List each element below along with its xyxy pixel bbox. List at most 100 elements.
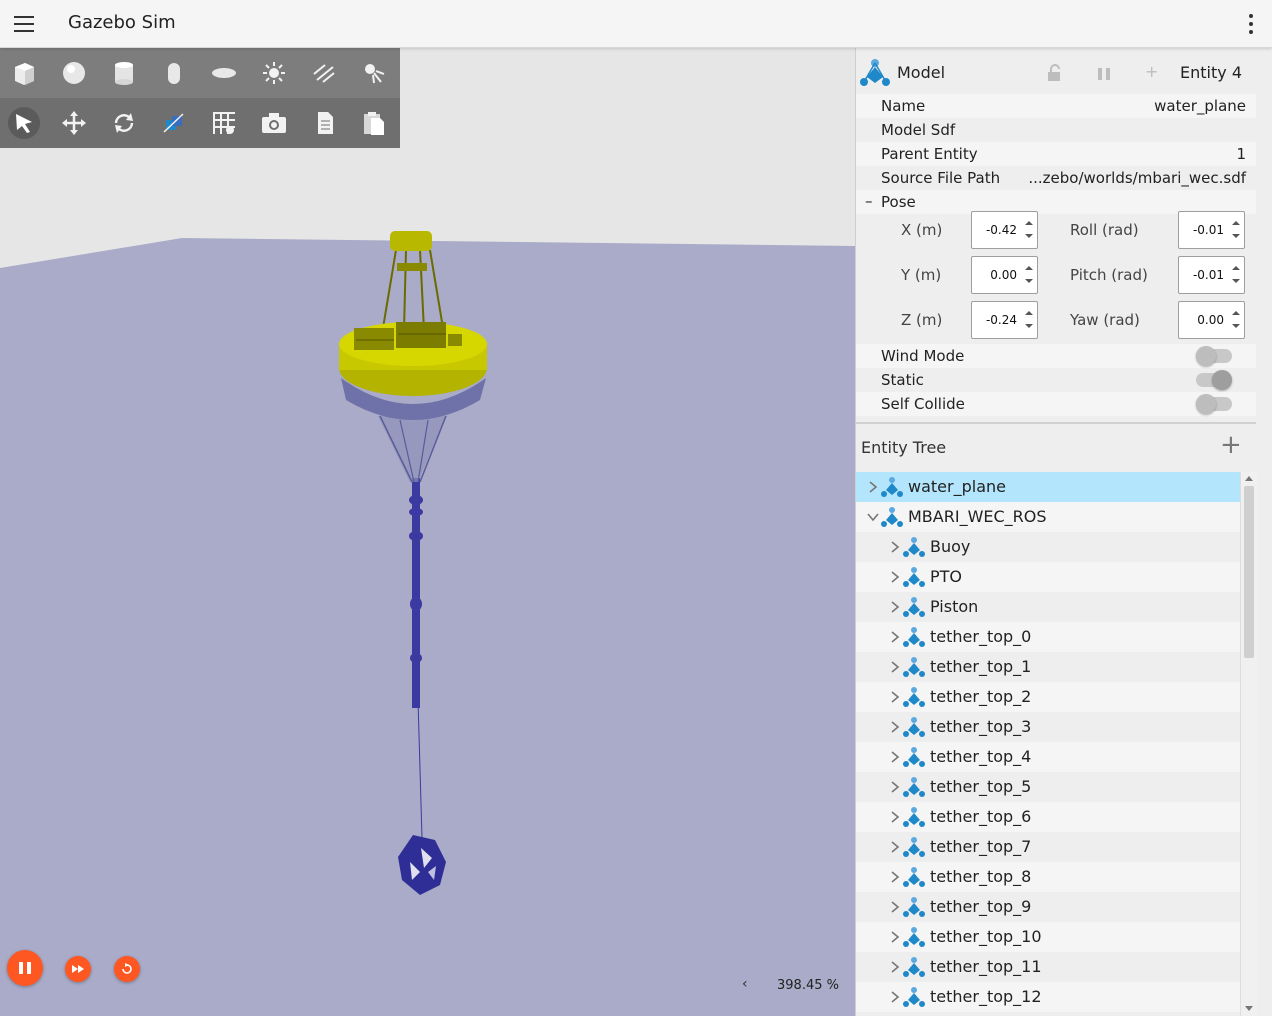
rtf-expand-icon[interactable]: ‹ [742,976,748,992]
self-collide-toggle[interactable] [1196,394,1232,414]
tree-item-water-plane[interactable]: water_plane [856,472,1240,502]
capsule-icon[interactable] [158,57,190,89]
decrement-icon[interactable] [1232,234,1240,238]
tree-item-mbari-wec-ros[interactable]: MBARI_WEC_ROS [856,502,1240,532]
tree-item-tether-top-7[interactable]: tether_top_7 [856,832,1240,862]
roll-spinbox[interactable]: -0.01 [1178,211,1245,249]
tree-item-buoy[interactable]: Buoy [856,532,1240,562]
increment-icon[interactable] [1232,311,1240,315]
lock-icon[interactable] [1046,64,1062,82]
increment-icon[interactable] [1232,221,1240,225]
more-options-icon[interactable] [1248,14,1254,34]
cylinder-icon[interactable] [108,57,140,89]
chevron-right-icon[interactable] [888,570,902,584]
tree-item-tether-top-4[interactable]: tether_top_4 [856,742,1240,772]
pause-button[interactable] [7,950,43,986]
decrement-icon[interactable] [1232,279,1240,283]
link-icon [903,717,925,737]
step-button[interactable] [65,956,91,982]
spot-light-icon[interactable] [358,57,390,89]
increment-icon[interactable] [1232,266,1240,270]
chevron-right-icon[interactable] [888,540,902,554]
chevron-right-icon[interactable] [888,840,902,854]
tree-item-tether-top-10[interactable]: tether_top_10 [856,922,1240,952]
chevron-right-icon[interactable] [888,690,902,704]
chevron-right-icon[interactable] [888,780,902,794]
grid-icon[interactable] [208,107,240,139]
scroll-thumb[interactable] [1244,486,1254,658]
translate-tool-icon[interactable] [58,107,90,139]
link-icon [903,777,925,797]
scroll-down-icon[interactable] [1245,1006,1253,1011]
tree-item-label: tether_top_7 [930,837,1032,856]
x-spinbox[interactable]: -0.42 [971,211,1038,249]
wind-mode-toggle[interactable] [1196,346,1232,366]
z-spinbox[interactable]: -0.24 [971,301,1038,339]
pitch-spinbox[interactable]: -0.01 [1178,256,1245,294]
decrement-icon[interactable] [1025,279,1033,283]
chevron-down-icon[interactable] [866,510,880,524]
yaw-label: Yaw (rad) [1070,311,1140,329]
chevron-right-icon[interactable] [866,480,880,494]
chevron-right-icon[interactable] [888,810,902,824]
collapse-icon[interactable]: – [865,192,873,210]
pause-updates-icon[interactable] [1096,66,1112,82]
increment-icon[interactable] [1025,221,1033,225]
increment-icon[interactable] [1025,311,1033,315]
add-entity-icon[interactable]: + [1220,430,1242,460]
yaw-spinbox[interactable]: 0.00 [1178,301,1245,339]
increment-icon[interactable] [1025,266,1033,270]
tree-item-tether-top-1[interactable]: tether_top_1 [856,652,1240,682]
shapes-lights-toolbar [0,48,400,98]
chevron-right-icon[interactable] [888,930,902,944]
tree-item-tether-top-6[interactable]: tether_top_6 [856,802,1240,832]
copy-icon[interactable] [308,107,340,139]
screenshot-icon[interactable] [258,107,290,139]
scene-3d-view[interactable] [0,48,855,1016]
y-spinbox[interactable]: 0.00 [971,256,1038,294]
scroll-up-icon[interactable] [1245,476,1253,481]
tree-item-pto[interactable]: PTO [856,562,1240,592]
directional-light-icon[interactable] [308,57,340,89]
box-icon[interactable] [8,57,40,89]
fast-forward-icon [72,965,84,973]
menu-icon[interactable] [14,16,34,32]
chevron-right-icon[interactable] [888,720,902,734]
chevron-right-icon[interactable] [888,870,902,884]
transform-icon[interactable] [158,107,190,139]
tree-item-tether-top-2[interactable]: tether_top_2 [856,682,1240,712]
chevron-right-icon[interactable] [888,660,902,674]
tree-item-tether-top-5[interactable]: tether_top_5 [856,772,1240,802]
tree-item-tether-top-12[interactable]: tether_top_12 [856,982,1240,1012]
ellipsoid-icon[interactable] [208,57,240,89]
scene-toolbar [0,48,400,148]
tree-item-tether-top-0[interactable]: tether_top_0 [856,622,1240,652]
add-component-icon[interactable]: + [1145,62,1158,81]
entity-tree-scrollbar[interactable] [1240,472,1257,1016]
panel-splitter[interactable] [856,422,1256,424]
real-time-factor: 398.45 % [777,978,839,993]
tree-item-tether-top-3[interactable]: tether_top_3 [856,712,1240,742]
chevron-right-icon[interactable] [888,750,902,764]
rotate-tool-icon[interactable] [108,107,140,139]
select-tool-icon[interactable] [8,107,40,139]
chevron-right-icon[interactable] [888,990,902,1004]
static-toggle[interactable] [1196,370,1232,390]
link-icon [903,747,925,767]
tree-item-tether-top-9[interactable]: tether_top_9 [856,892,1240,922]
sun-light-icon[interactable] [258,57,290,89]
sphere-icon[interactable] [58,57,90,89]
tree-item-tether-top-8[interactable]: tether_top_8 [856,862,1240,892]
tree-item-piston[interactable]: Piston [856,592,1240,622]
chevron-right-icon[interactable] [888,900,902,914]
chevron-right-icon[interactable] [888,630,902,644]
paste-icon[interactable] [358,107,390,139]
decrement-icon[interactable] [1232,324,1240,328]
reset-button[interactable] [114,956,140,982]
decrement-icon[interactable] [1025,324,1033,328]
chevron-right-icon[interactable] [888,600,902,614]
decrement-icon[interactable] [1025,234,1033,238]
tree-item-tether-top-11[interactable]: tether_top_11 [856,952,1240,982]
chevron-right-icon[interactable] [888,960,902,974]
link-icon [903,687,925,707]
